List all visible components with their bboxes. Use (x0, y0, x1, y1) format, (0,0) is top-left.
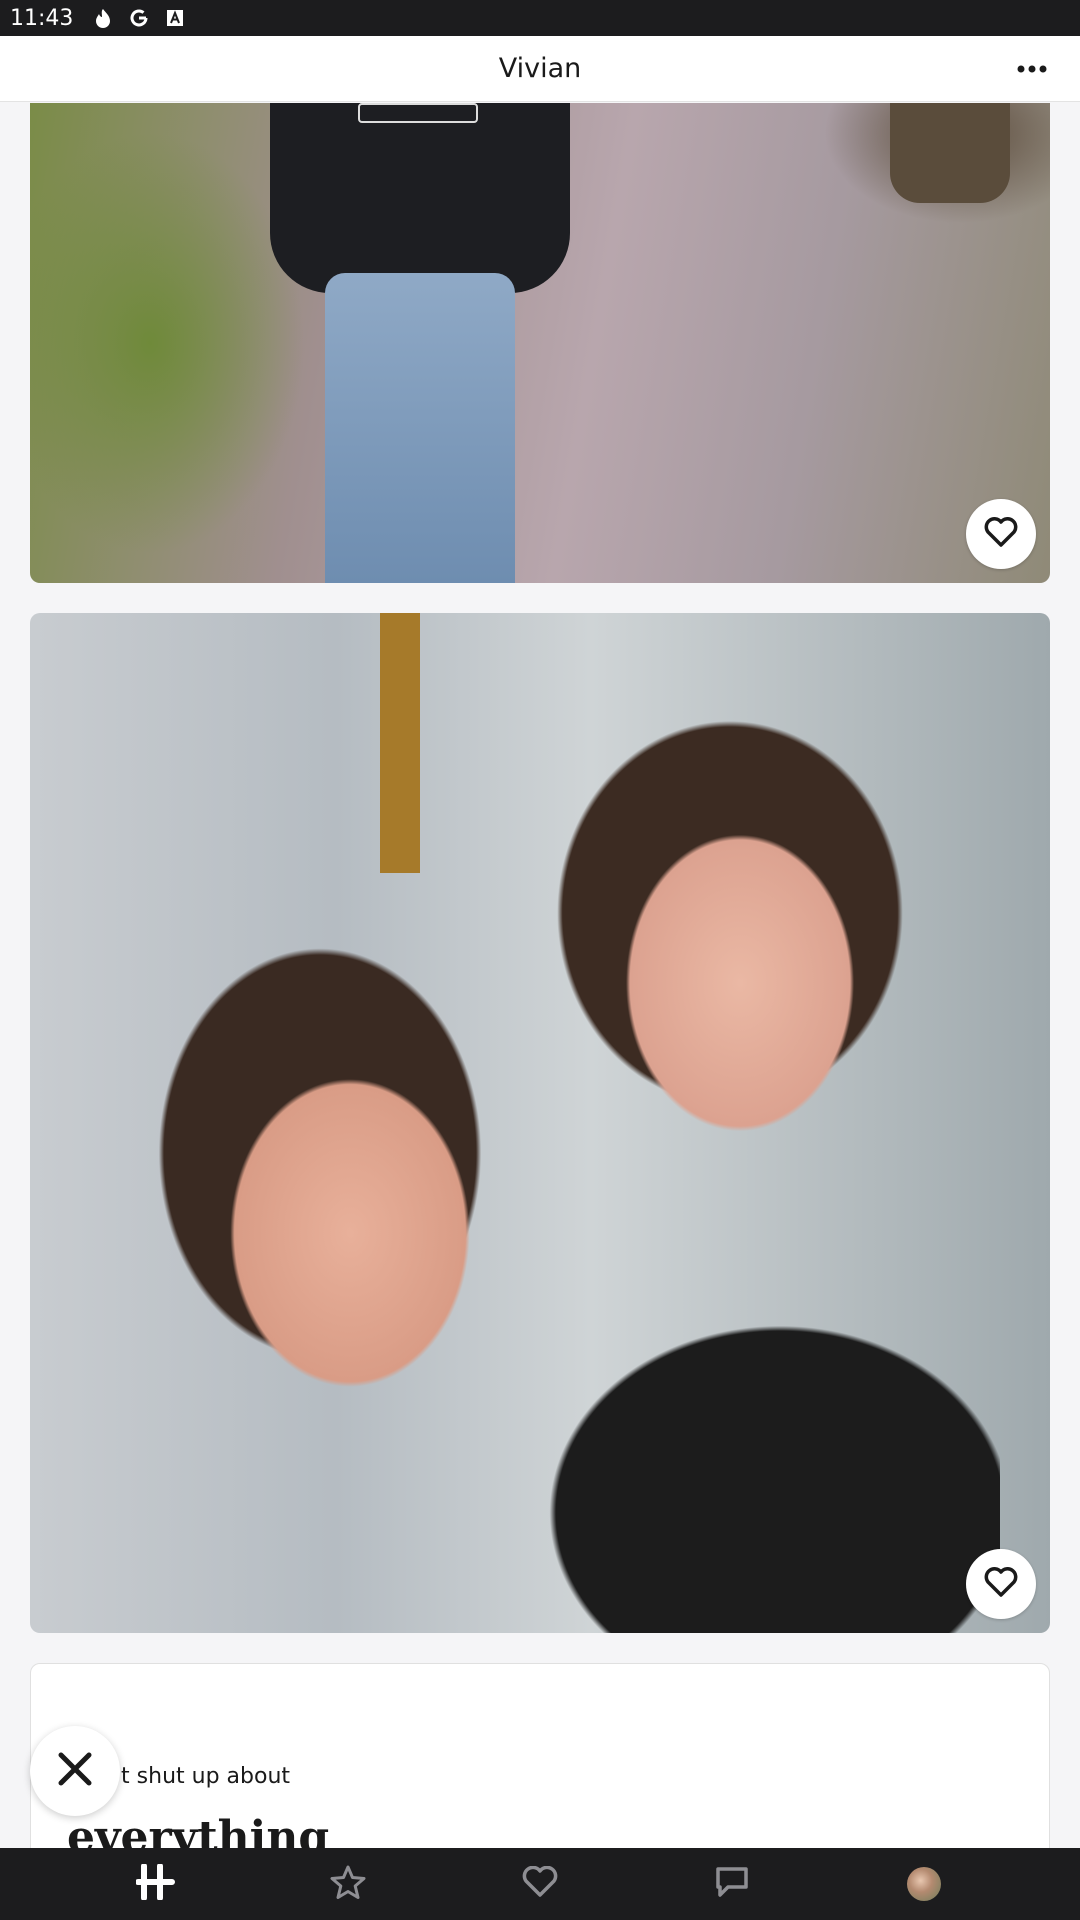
photo-person (270, 103, 570, 583)
heart-icon (522, 1865, 558, 1903)
prompt-answer: everything (67, 1812, 330, 1848)
a-icon (165, 8, 185, 28)
nav-home[interactable] (126, 1854, 186, 1914)
nav-likes[interactable] (510, 1854, 570, 1914)
close-icon (56, 1750, 94, 1793)
profile-photo (30, 613, 1050, 1633)
status-time: 11:43 (10, 5, 74, 31)
like-photo-button[interactable] (966, 1549, 1036, 1619)
status-bar: 11:43 (0, 0, 1080, 36)
profile-header: Vivian (0, 36, 1080, 102)
profile-photo (30, 103, 1050, 583)
prompt-question: 't shut up about (115, 1764, 291, 1789)
flame-icon (93, 8, 113, 28)
skip-button[interactable] (30, 1726, 120, 1816)
profile-feed[interactable]: 't shut up about everything (0, 103, 1080, 1848)
nav-profile[interactable] (894, 1854, 954, 1914)
heart-icon (984, 516, 1018, 552)
star-icon (330, 1865, 366, 1904)
chat-icon (714, 1865, 750, 1904)
photo-person (70, 873, 550, 1633)
nav-standouts[interactable] (318, 1854, 378, 1914)
nav-matches[interactable] (702, 1854, 762, 1914)
hinge-logo-icon (135, 1862, 176, 1905)
avatar (907, 1867, 941, 1901)
like-photo-button[interactable] (966, 499, 1036, 569)
google-icon (129, 8, 149, 28)
bottom-nav (0, 1848, 1080, 1920)
more-options-icon[interactable] (1012, 54, 1052, 84)
prompt-card: 't shut up about everything (30, 1663, 1050, 1848)
photo-tree (890, 103, 1010, 203)
heart-icon (984, 1566, 1018, 1602)
profile-name: Vivian (498, 53, 582, 84)
